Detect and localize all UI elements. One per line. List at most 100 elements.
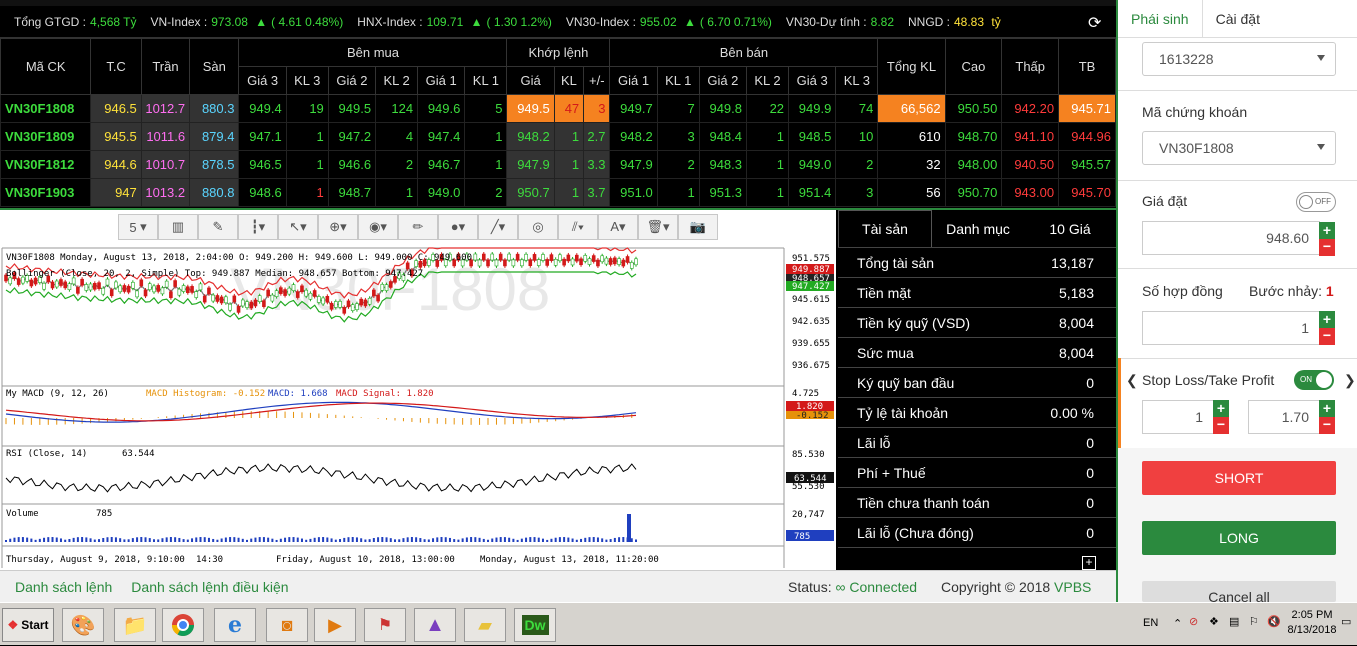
chart-type-icon[interactable]: ▥ [158, 214, 198, 240]
tab-10-prices[interactable]: 10 Giá [1024, 210, 1116, 247]
dot-icon[interactable]: ●▾ [438, 214, 478, 240]
price-axis-label: 942.635 [792, 317, 830, 327]
candle-body [164, 280, 169, 288]
circle-icon[interactable]: ◎ [518, 214, 558, 240]
brush-icon[interactable]: ✎ [198, 214, 238, 240]
zoom-icon[interactable]: ⊕▾ [318, 214, 358, 240]
media-icon[interactable]: ▶ [314, 608, 356, 642]
dreamweaver-icon[interactable]: Dw [514, 608, 556, 642]
account-select[interactable]: 1613228 [1142, 42, 1336, 76]
chart-toolbar: 5 ▾ ▥ ✎ ┇▾ ↖▾ ⊕▾ ◉▾ ✏ ●▾ ╱▾ ◎ ⫽▾ A▾ 🗑▾ 📷 [118, 214, 718, 240]
minus-icon[interactable]: − [1319, 328, 1335, 345]
cell-total: 56 [877, 178, 946, 207]
symbol-select[interactable]: VN30F1808 [1142, 131, 1336, 165]
security-icon[interactable]: ⊘ [1189, 615, 1198, 628]
col-ref: T.C [90, 38, 142, 95]
bb-bottom-value: 947.427 [792, 282, 830, 292]
tab-derivatives[interactable]: Phái sinh [1118, 0, 1203, 37]
chart-canvas[interactable]: VN30F1808 VN30F1808 Monday, August 13, 2… [0, 246, 836, 570]
col-high: Cao [944, 38, 1003, 95]
qty-input[interactable]: 1 [1142, 311, 1320, 345]
ie-icon[interactable]: e [214, 608, 256, 642]
candle-body [583, 255, 588, 262]
subcol: Giá [506, 66, 555, 95]
take-profit-input[interactable]: 1.70 [1248, 400, 1320, 434]
minus-icon[interactable]: − [1319, 417, 1335, 434]
outlook-icon[interactable]: ◙ [266, 608, 308, 642]
chrome-icon[interactable] [162, 608, 204, 642]
board-row[interactable]: VN30F1903 947 1013.2 880.8 948.6 1 948.7 1 949.0… [0, 178, 1116, 207]
clock[interactable]: 2:05 PM 8/13/2018 [1287, 609, 1337, 636]
plus-icon[interactable]: + [1319, 400, 1335, 417]
tab-settings[interactable]: Cài đặt [1203, 0, 1273, 37]
trash-icon[interactable]: 🗑▾ [638, 214, 678, 240]
notes-icon[interactable]: ▰ [464, 608, 506, 642]
time-axis-label: Monday, August 13, 2018, 11:20:00 [480, 555, 659, 565]
tab-assets[interactable]: Tài sản [838, 210, 932, 247]
volume-bar [127, 539, 130, 542]
price-input[interactable]: 948.60 [1142, 221, 1320, 255]
time-axis-label: 14:30 [196, 555, 223, 565]
price-stepper[interactable]: + − [1319, 222, 1335, 256]
desktop-icon[interactable]: ▭ [1341, 615, 1351, 628]
camera-icon[interactable]: 📷 [678, 214, 718, 240]
sltp-prev-icon[interactable]: ❮ [1126, 372, 1138, 389]
up-arrow-icon: ▲ [470, 14, 483, 29]
plus-icon[interactable]: + [1319, 311, 1335, 328]
fib-icon[interactable]: ⫽▾ [558, 214, 598, 240]
tab-portfolio[interactable]: Danh mục [932, 210, 1024, 247]
sltp-next-icon[interactable]: ❯ [1344, 372, 1356, 389]
volume-bar [17, 537, 20, 542]
volume-icon[interactable]: 🔇 [1267, 615, 1281, 628]
short-button[interactable]: SHORT [1142, 461, 1336, 495]
hide-icon[interactable]: ◉▾ [358, 214, 398, 240]
chart-watermark: VN30F1808 [230, 256, 550, 323]
cursor-icon[interactable]: ↖▾ [278, 214, 318, 240]
ticker-hnx: HNX-Index :109.71 ▲( 1.30 1.2%) [357, 14, 552, 29]
dropbox-icon[interactable]: ❖ [1209, 615, 1219, 628]
start-button[interactable]: ❖ Start [2, 608, 54, 642]
minus-icon[interactable]: − [1319, 239, 1335, 256]
plus-icon[interactable]: + [1213, 400, 1229, 417]
chevron-up-icon[interactable]: ⌃ [1173, 617, 1182, 630]
language-indicator[interactable]: EN [1143, 617, 1158, 629]
take-profit-stepper[interactable]: + − [1319, 400, 1335, 434]
candle-body [549, 254, 554, 261]
interval-select[interactable]: 5 ▾ [118, 214, 158, 240]
paint-icon[interactable]: 🎨 [62, 608, 104, 642]
network-icon[interactable]: ⚑ [364, 608, 406, 642]
col-symbol: Mã CK [0, 38, 92, 95]
expand-icon[interactable]: + [1082, 556, 1096, 570]
board-row[interactable]: VN30F1809 945.5 1011.6 879.4 947.1 1 947.2 4 947… [0, 122, 1116, 151]
flag-icon[interactable]: ⚐ [1249, 615, 1259, 628]
long-button[interactable]: LONG [1142, 521, 1336, 555]
plus-icon[interactable]: + [1319, 222, 1335, 239]
board-row[interactable]: VN30F1808 946.5 1012.7 880.3 949.4 19 949.5 124… [0, 94, 1116, 123]
qty-stepper[interactable]: + − [1319, 311, 1335, 345]
price-chart[interactable]: 5 ▾ ▥ ✎ ┇▾ ↖▾ ⊕▾ ◉▾ ✏ ●▾ ╱▾ ◎ ⫽▾ A▾ 🗑▾ 📷… [0, 210, 836, 570]
orders-link[interactable]: Danh sách lệnh [15, 579, 112, 595]
minus-icon[interactable]: − [1213, 417, 1229, 434]
price-toggle[interactable]: OFF [1296, 192, 1336, 212]
cell-sym: VN30F1808 [0, 94, 92, 123]
stop-loss-input[interactable]: 1 [1142, 400, 1214, 434]
volume-bar [182, 539, 185, 542]
folder-icon[interactable]: 📁 [114, 608, 156, 642]
pencil-icon[interactable]: ✏ [398, 214, 438, 240]
candle-body [384, 284, 389, 291]
drive-icon[interactable]: ▤ [1229, 615, 1239, 628]
candles-icon[interactable]: ┇▾ [238, 214, 278, 240]
prism-icon[interactable]: ▲ [414, 608, 456, 642]
stop-loss-stepper[interactable]: + − [1213, 400, 1229, 434]
candle-body [101, 287, 106, 295]
line-icon[interactable]: ╱▾ [478, 214, 518, 240]
conditional-orders-link[interactable]: Danh sách lệnh điều kiện [131, 579, 288, 595]
board-row[interactable]: VN30F1812 944.6 1010.7 878.5 946.5 1 946.6 2 946… [0, 150, 1116, 179]
sltp-toggle[interactable]: ON [1294, 370, 1334, 390]
subcol: KL 3 [835, 66, 879, 95]
volume-bar [38, 538, 41, 542]
cancel-all-button[interactable]: Cancel all [1142, 581, 1336, 605]
text-icon[interactable]: A▾ [598, 214, 638, 240]
refresh-icon[interactable]: ⟳ [1088, 13, 1106, 32]
volume-bar [199, 537, 202, 542]
